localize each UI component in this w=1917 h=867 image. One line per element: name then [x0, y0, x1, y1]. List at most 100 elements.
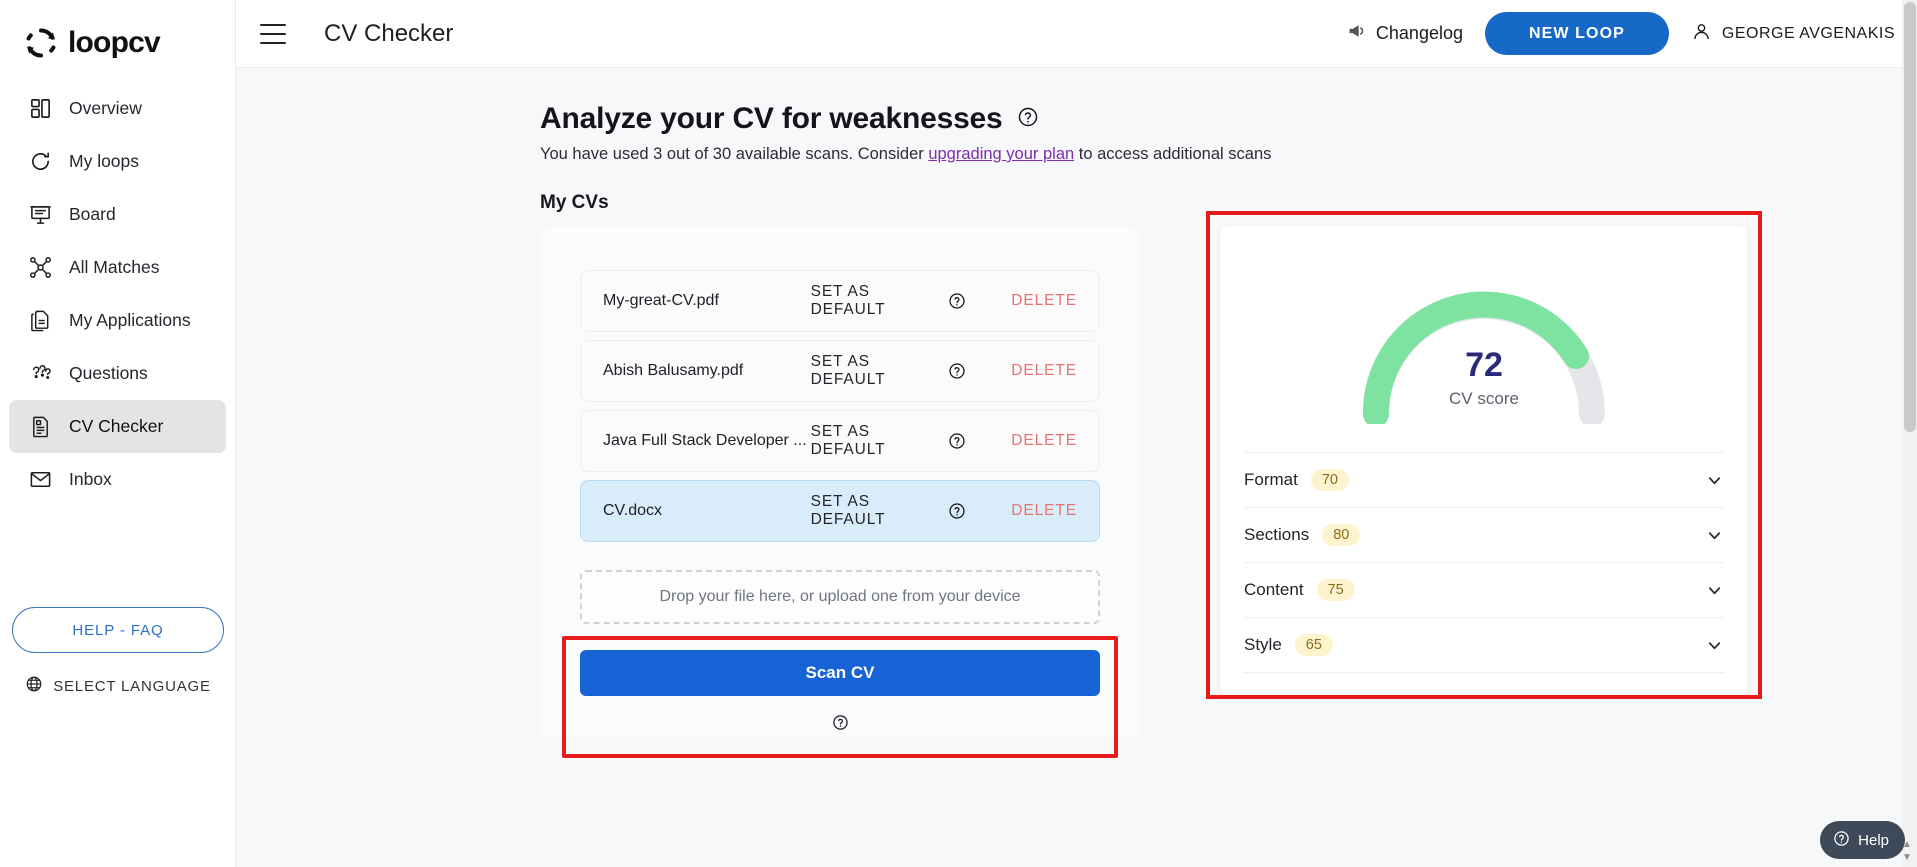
- file-dropzone[interactable]: Drop your file here, or upload one from …: [580, 570, 1100, 624]
- delete-button[interactable]: DELETE: [1011, 502, 1077, 520]
- sidebar-item-label: My Applications: [69, 310, 191, 330]
- cv-file-name: Java Full Stack Developer ...: [603, 432, 807, 449]
- question-circle-icon: [1833, 830, 1850, 851]
- category-label: Format: [1244, 470, 1298, 489]
- cv-file-name: Abish Balusamy.pdf: [603, 362, 744, 379]
- cv-list-item-selected[interactable]: CV.docx SET AS DEFAULT DELETE: [580, 480, 1100, 542]
- sidebar-item-questions[interactable]: Questions: [9, 347, 226, 400]
- cv-list-card: My-great-CV.pdf SET AS DEFAULT DELETE Ab…: [540, 226, 1140, 758]
- cv-list-item[interactable]: Java Full Stack Developer ... SET AS DEF…: [580, 410, 1100, 472]
- upgrade-plan-link[interactable]: upgrading your plan: [928, 145, 1074, 163]
- set-as-default-button[interactable]: SET AS DEFAULT: [811, 353, 940, 389]
- delete-button[interactable]: DELETE: [1011, 432, 1077, 450]
- heading-row: Analyze your CV for weaknesses: [236, 102, 1917, 136]
- cv-list-item[interactable]: My-great-CV.pdf SET AS DEFAULT DELETE: [580, 270, 1100, 332]
- help-widget-button[interactable]: Help: [1820, 821, 1905, 859]
- question-circle-icon[interactable]: [948, 362, 966, 380]
- analyze-heading: Analyze your CV for weaknesses: [540, 102, 1003, 135]
- scan-cv-button[interactable]: Scan CV: [580, 650, 1100, 696]
- content-columns: My-great-CV.pdf SET AS DEFAULT DELETE Ab…: [236, 211, 1917, 758]
- topbar-actions: Changelog NEW LOOP GEORGE AVGENAKIS: [1347, 12, 1895, 55]
- select-language-button[interactable]: SELECT LANGUAGE: [12, 675, 224, 697]
- sidebar-item-board[interactable]: Board: [9, 188, 226, 241]
- scan-help-icon-row: [580, 714, 1100, 736]
- delete-button[interactable]: DELETE: [1011, 292, 1077, 310]
- presentation-board-icon: [27, 202, 53, 228]
- select-language-label: SELECT LANGUAGE: [53, 677, 211, 695]
- score-category-list: Format 70 Sections 80 Content 75 Style 6…: [1244, 452, 1724, 673]
- cv-file-name: My-great-CV.pdf: [603, 292, 719, 309]
- refresh-loop-icon: [27, 149, 53, 175]
- megaphone-icon: [1347, 21, 1367, 46]
- sidebar-item-inbox[interactable]: Inbox: [9, 453, 226, 506]
- question-circle-icon[interactable]: [1017, 106, 1039, 133]
- dashboard-grid-icon: [27, 96, 53, 122]
- main-area: CV Checker Changelog NEW LOOP GEORGE AVG…: [236, 0, 1917, 867]
- cv-list-item[interactable]: Abish Balusamy.pdf SET AS DEFAULT DELETE: [580, 340, 1100, 402]
- new-loop-button[interactable]: NEW LOOP: [1484, 12, 1669, 55]
- score-category-content[interactable]: Content 75: [1244, 563, 1724, 618]
- question-circle-icon[interactable]: [832, 715, 849, 735]
- cv-score-label: CV score: [1449, 389, 1519, 408]
- delete-button[interactable]: DELETE: [1011, 362, 1077, 380]
- help-widget-label: Help: [1858, 831, 1889, 849]
- category-label: Sections: [1244, 525, 1310, 544]
- account-menu[interactable]: GEORGE AVGENAKIS: [1691, 21, 1895, 47]
- cv-score-card: 72 CV score Format 70 Sections 80 Conten…: [1220, 226, 1748, 696]
- cv-document-icon: [27, 414, 53, 440]
- set-as-default-button[interactable]: SET AS DEFAULT: [811, 283, 940, 319]
- documents-stack-icon: [27, 308, 53, 334]
- sidebar-item-label: All Matches: [69, 257, 160, 277]
- page-scrollbar-thumb[interactable]: [1904, 2, 1916, 432]
- sidebar-item-label: Overview: [69, 98, 142, 118]
- hamburger-menu-icon[interactable]: [260, 23, 286, 44]
- changelog-button[interactable]: Changelog: [1347, 21, 1463, 46]
- scan-quota-prefix: You have used 3 out of 30 available scan…: [540, 145, 929, 163]
- chevron-down-icon[interactable]: ▼: [1902, 852, 1912, 863]
- score-category-format[interactable]: Format 70: [1244, 453, 1724, 508]
- brand-name: loopcv: [68, 26, 161, 59]
- chevron-down-icon[interactable]: [1705, 581, 1724, 600]
- user-avatar-icon: [1691, 21, 1712, 47]
- account-name: GEORGE AVGENAKIS: [1721, 24, 1895, 42]
- category-score-badge: 75: [1316, 579, 1355, 601]
- sidebar-item-label: CV Checker: [69, 416, 164, 436]
- top-bar: CV Checker Changelog NEW LOOP GEORGE AVG…: [236, 0, 1917, 68]
- scrollbar-arrows[interactable]: ▲ ▼: [1900, 839, 1914, 863]
- chevron-up-icon[interactable]: ▲: [1902, 839, 1912, 850]
- scan-cv-wrapper: Scan CV: [562, 624, 1118, 758]
- question-circle-icon[interactable]: [948, 432, 966, 450]
- cv-score-gauge: 72 CV score: [1220, 252, 1748, 424]
- brand[interactable]: loopcv: [0, 0, 235, 68]
- sidebar-item-cv-checker[interactable]: CV Checker: [9, 400, 226, 453]
- sidebar-item-label: Inbox: [69, 469, 112, 489]
- set-as-default-button[interactable]: SET AS DEFAULT: [811, 493, 940, 529]
- sidebar-item-label: My loops: [69, 151, 140, 171]
- set-as-default-button[interactable]: SET AS DEFAULT: [811, 423, 940, 459]
- chevron-down-icon[interactable]: [1705, 471, 1724, 490]
- sidebar-item-my-applications[interactable]: My Applications: [9, 294, 226, 347]
- sidebar-footer: HELP - FAQ SELECT LANGUAGE: [0, 607, 236, 697]
- sidebar-item-my-loops[interactable]: My loops: [9, 135, 226, 188]
- question-circle-icon[interactable]: [948, 292, 966, 310]
- help-faq-button[interactable]: HELP - FAQ: [12, 607, 224, 653]
- score-category-style[interactable]: Style 65: [1244, 618, 1724, 673]
- gauge-center-readout: 72 CV score: [1220, 348, 1748, 409]
- category-score-badge: 65: [1294, 634, 1333, 656]
- envelope-icon: [27, 467, 53, 493]
- question-circle-icon[interactable]: [948, 502, 966, 520]
- sidebar-item-overview[interactable]: Overview: [9, 82, 226, 135]
- sidebar-item-all-matches[interactable]: All Matches: [9, 241, 226, 294]
- question-marks-icon: [27, 361, 53, 387]
- chevron-down-icon[interactable]: [1705, 636, 1724, 655]
- category-score-badge: 70: [1310, 469, 1349, 491]
- cv-score-value: 72: [1465, 346, 1503, 384]
- network-nodes-icon: [27, 255, 53, 281]
- sidebar-nav: Overview My loops Board All Matches My A…: [0, 82, 235, 506]
- cv-file-name: CV.docx: [603, 502, 662, 519]
- chevron-down-icon[interactable]: [1705, 526, 1724, 545]
- score-category-sections[interactable]: Sections 80: [1244, 508, 1724, 563]
- scan-quota-suffix: to access additional scans: [1074, 145, 1272, 163]
- page-content: Analyze your CV for weaknesses You have …: [236, 68, 1917, 867]
- category-score-badge: 80: [1322, 524, 1361, 546]
